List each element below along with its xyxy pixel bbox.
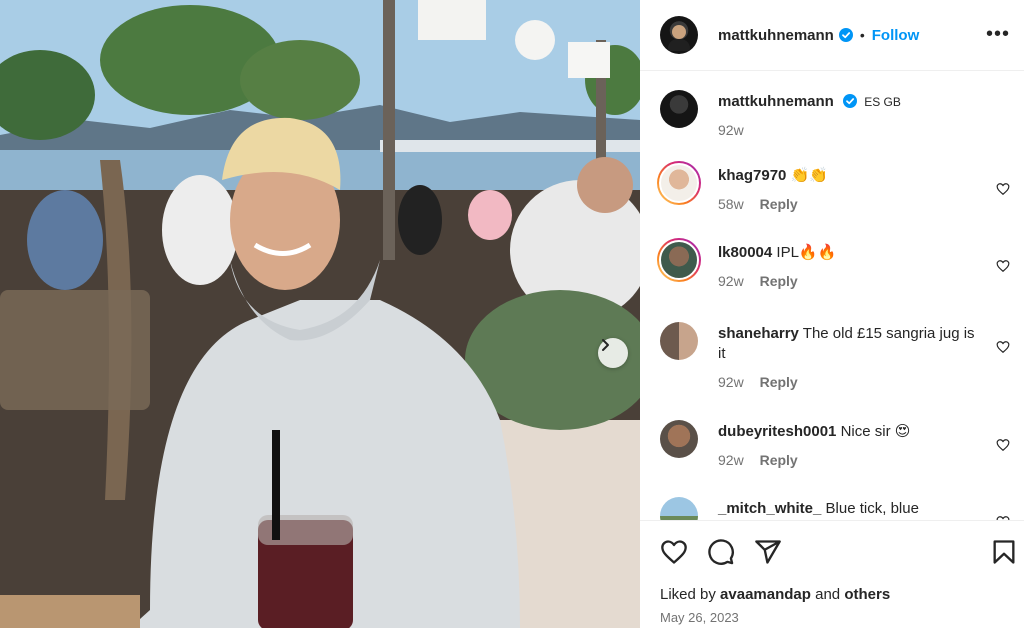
comment-avatar[interactable] xyxy=(657,161,701,205)
comment-time: 92w xyxy=(718,273,744,289)
comment-meta: 92w Reply xyxy=(718,372,986,392)
heart-icon[interactable] xyxy=(660,538,688,566)
comment-body: lk80004 IPL🔥🔥 92w Reply xyxy=(718,243,986,291)
comment-meta: 92w Reply xyxy=(718,450,986,470)
comment-username[interactable]: shaneharry xyxy=(718,325,799,342)
reply-button[interactable]: Reply xyxy=(760,374,798,390)
likes-others-link[interactable]: others xyxy=(844,586,890,603)
comment-time: 92w xyxy=(718,452,744,468)
comment-body: shaneharry The old £15 sangria jug is it… xyxy=(718,324,986,392)
comment-avatar[interactable] xyxy=(660,420,698,458)
comment-username[interactable]: dubeyritesh0001 xyxy=(718,423,836,440)
comment-meta: 58w Reply xyxy=(718,194,986,214)
author-avatar[interactable] xyxy=(660,16,698,54)
comment-username[interactable]: khag7970 xyxy=(718,167,786,184)
reply-button[interactable]: Reply xyxy=(760,452,798,468)
comment-body: dubeyritesh0001 Nice sir 😍 92w Reply xyxy=(718,422,986,470)
caption-meta: 92w xyxy=(718,120,986,140)
likes-summary: Liked by avaamandap and others xyxy=(660,586,890,603)
caption-text: ES GB xyxy=(864,95,901,109)
comment-avatar[interactable] xyxy=(660,322,698,360)
caption-username[interactable]: mattkuhnemann xyxy=(718,93,834,110)
separator-dot: • xyxy=(859,27,865,43)
post-header: mattkuhnemann • Follow ••• xyxy=(640,0,1024,71)
comment-icon[interactable] xyxy=(707,538,735,566)
post-date[interactable]: May 26, 2023 xyxy=(660,610,739,625)
share-icon[interactable] xyxy=(754,538,782,566)
caption-time: 92w xyxy=(718,122,744,138)
heart-icon[interactable] xyxy=(996,438,1010,452)
comment-meta: 92w Reply xyxy=(718,271,986,291)
comment-username[interactable]: _mitch_white_ xyxy=(718,500,821,517)
verified-badge-icon xyxy=(843,94,858,108)
reply-button[interactable]: Reply xyxy=(760,273,798,289)
post-side-panel: mattkuhnemann • Follow ••• mattkuhnemann… xyxy=(640,0,1024,628)
comment-text: IPL🔥🔥 xyxy=(776,244,837,261)
comment-time: 92w xyxy=(718,374,744,390)
comment-username[interactable]: lk80004 xyxy=(718,244,772,261)
liked-by-user[interactable]: avaamandap xyxy=(720,586,811,603)
follow-button[interactable]: Follow xyxy=(872,27,920,44)
comment-body: khag7970 👏👏 58w Reply xyxy=(718,166,986,214)
more-options-icon[interactable]: ••• xyxy=(986,24,1010,44)
comment-body: _mitch_white_ Blue tick, blue xyxy=(718,499,986,519)
author-username[interactable]: mattkuhnemann xyxy=(718,27,834,44)
reply-button[interactable]: Reply xyxy=(760,196,798,212)
caption-avatar[interactable] xyxy=(660,90,698,128)
post-photo[interactable] xyxy=(0,0,640,628)
comment-avatar[interactable] xyxy=(660,497,698,520)
likes-and: and xyxy=(815,586,841,603)
verified-badge-icon xyxy=(838,28,853,42)
comment-avatar[interactable] xyxy=(657,238,701,282)
heart-icon[interactable] xyxy=(996,259,1010,273)
bookmark-icon[interactable] xyxy=(990,538,1018,566)
next-photo-button[interactable] xyxy=(598,338,628,368)
heart-icon[interactable] xyxy=(996,340,1010,354)
caption-body: mattkuhnemann ES GB 92w xyxy=(718,92,986,140)
comment-text: Nice sir 😍 xyxy=(840,423,911,440)
photo-illustration xyxy=(0,0,640,628)
heart-icon[interactable] xyxy=(996,182,1010,196)
chevron-right-icon xyxy=(602,339,609,351)
comments-list[interactable]: mattkuhnemann ES GB 92w khag7970 👏👏 58w … xyxy=(640,72,1024,520)
comment-text: 👏👏 xyxy=(790,167,828,184)
likes-prefix: Liked by xyxy=(660,586,716,603)
comment-time: 58w xyxy=(718,196,744,212)
comment-text: Blue tick, blue xyxy=(825,500,919,517)
